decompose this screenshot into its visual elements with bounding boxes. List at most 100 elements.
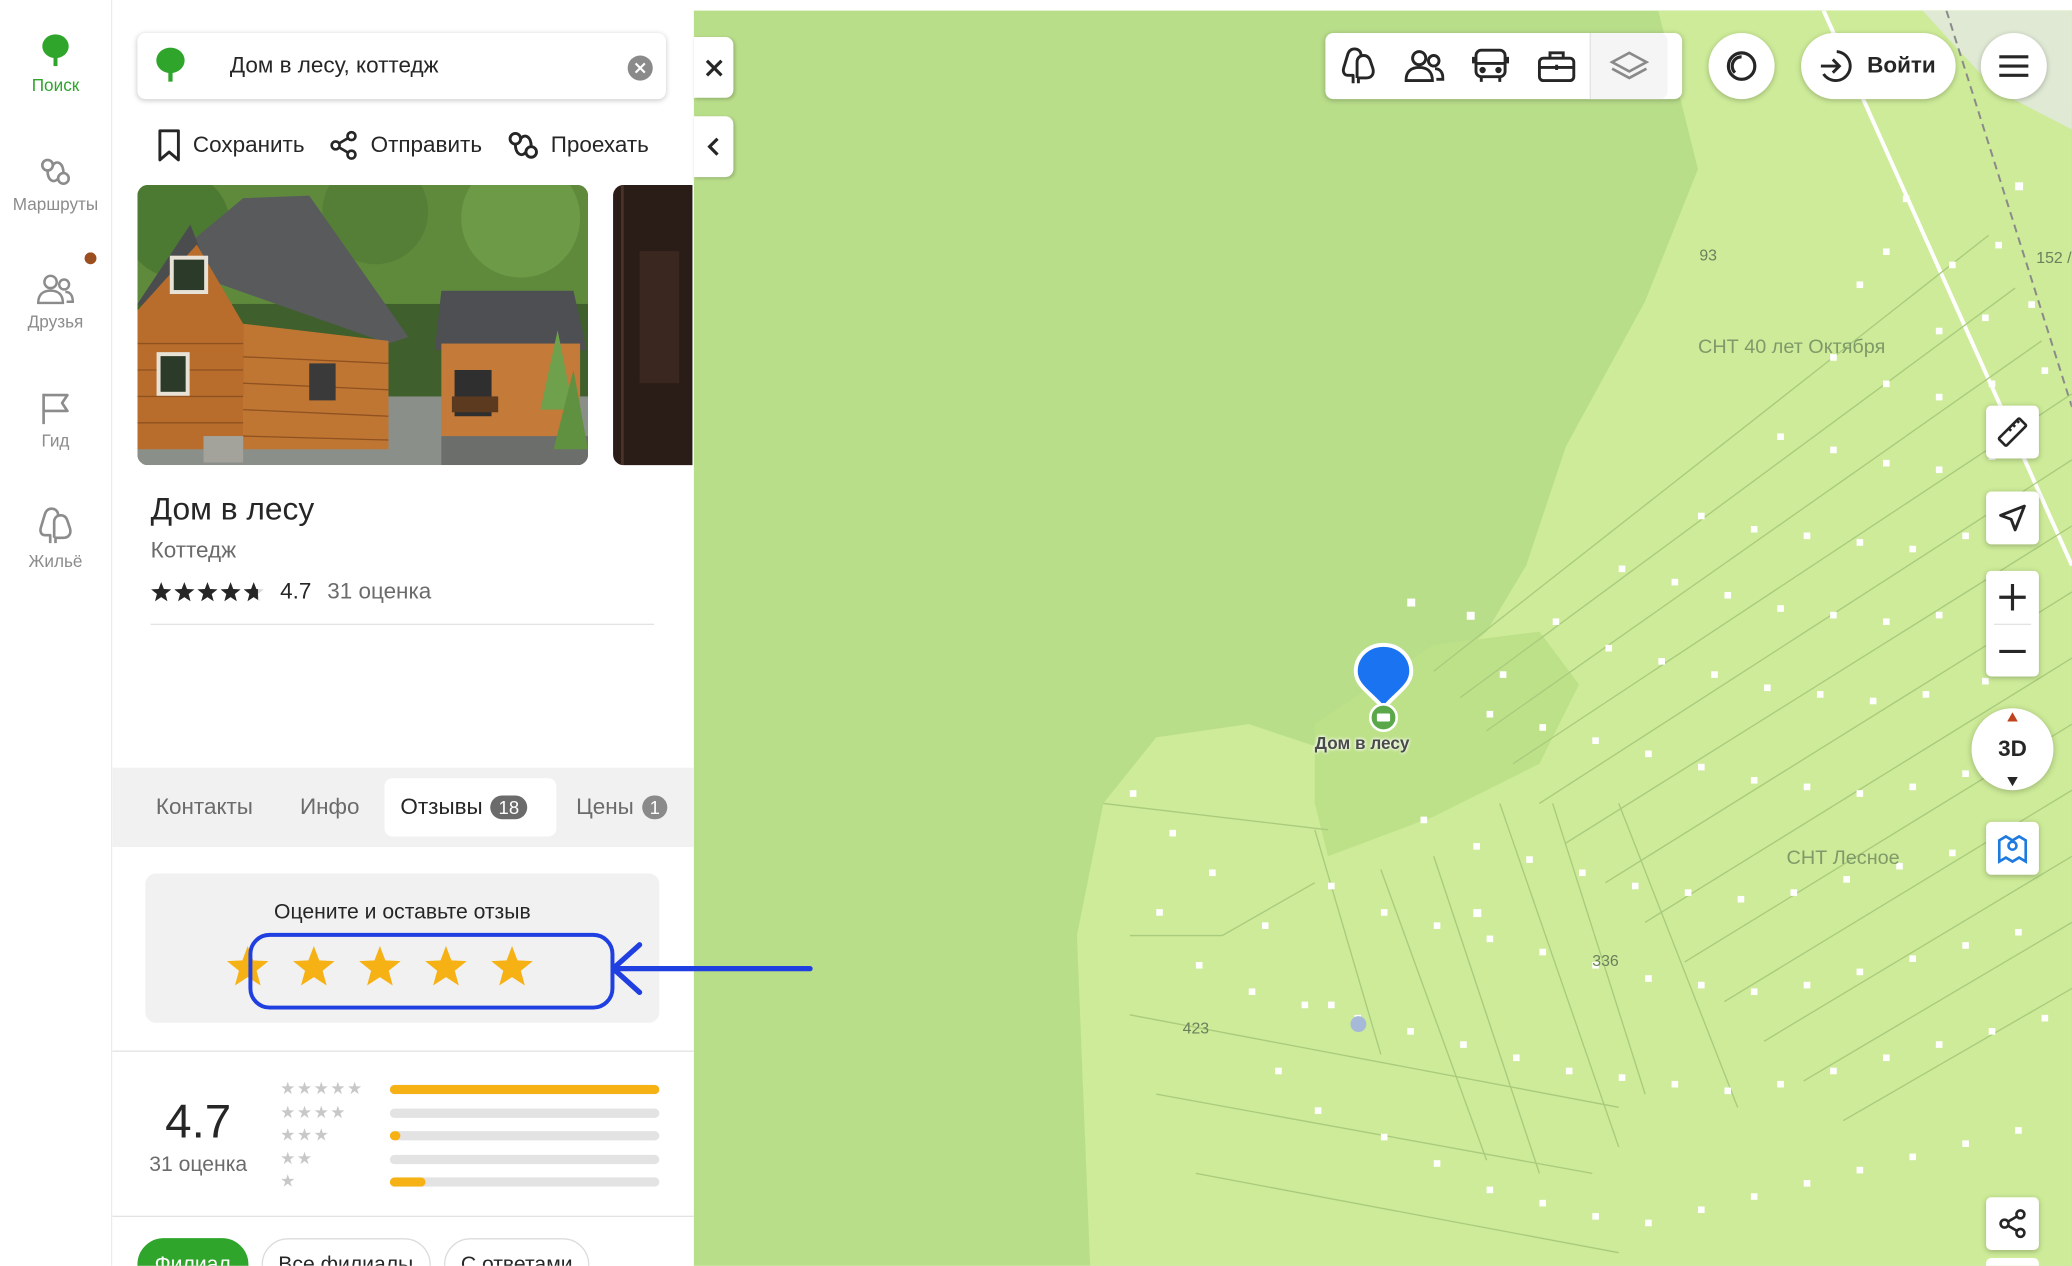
summary-count: 31 оценка bbox=[149, 1153, 248, 1177]
tab-info[interactable]: Инфо bbox=[300, 778, 360, 836]
tab-label: Инфо bbox=[299, 794, 360, 820]
close-panel-button[interactable] bbox=[693, 36, 734, 98]
notification-dot bbox=[84, 252, 97, 265]
login-icon bbox=[1820, 50, 1852, 82]
distribution-fill bbox=[389, 1131, 401, 1141]
distribution-fill bbox=[389, 1177, 425, 1187]
search-input[interactable]: Дом в лесу, коттедж bbox=[230, 53, 439, 79]
rail-item-label: Маршруты bbox=[12, 194, 99, 215]
zoom-out-button[interactable] bbox=[1986, 625, 2039, 678]
divider bbox=[112, 1050, 694, 1052]
rail-item-friends[interactable]: Друзья bbox=[0, 272, 111, 332]
map-mode-toolbar bbox=[1325, 33, 1683, 100]
rail-item-search[interactable]: Поиск bbox=[0, 33, 111, 95]
close-icon bbox=[705, 59, 722, 76]
friends-icon bbox=[1404, 50, 1445, 83]
place-photo[interactable] bbox=[137, 184, 589, 466]
rate-widget: Оцените и оставьте отзыв bbox=[145, 873, 660, 1023]
traffic-icon bbox=[1726, 51, 1757, 81]
rail-item-routes[interactable]: Маршруты bbox=[0, 155, 111, 214]
bookmark-icon bbox=[158, 129, 180, 162]
print-button[interactable] bbox=[1986, 1257, 2039, 1266]
location-pin-icon[interactable] bbox=[1352, 642, 1415, 734]
distribution-track bbox=[389, 1177, 660, 1187]
share-label: Отправить bbox=[370, 132, 483, 158]
login-label: Войти bbox=[1867, 52, 1936, 78]
route-button[interactable]: Проехать bbox=[506, 128, 649, 162]
3d-compass-button[interactable]: 3D bbox=[1971, 708, 2054, 791]
tab-contacts[interactable]: Контакты bbox=[156, 778, 253, 836]
friends-icon bbox=[36, 274, 74, 305]
map-house-number: 152 / bbox=[2036, 248, 2072, 267]
distribution-stars-icon: ★★★★★ bbox=[280, 1078, 364, 1099]
rate-prompt: Оцените и оставьте отзыв bbox=[274, 901, 531, 924]
map-pick-button[interactable] bbox=[1986, 821, 2039, 875]
close-icon bbox=[634, 62, 646, 74]
layers-button[interactable] bbox=[1590, 33, 1668, 100]
login-button[interactable]: Войти bbox=[1801, 33, 1956, 100]
rating-star-filled bbox=[151, 582, 172, 602]
housing-mode-button[interactable] bbox=[1325, 33, 1391, 99]
map-house-number: 336 bbox=[1592, 951, 1619, 970]
clear-search-button[interactable] bbox=[627, 55, 653, 81]
distribution-stars-icon: ★ bbox=[280, 1170, 297, 1191]
save-label: Сохранить bbox=[192, 132, 305, 158]
share-map-button[interactable] bbox=[1986, 1197, 2039, 1251]
navigation-arrow-icon bbox=[1999, 504, 2026, 532]
business-mode-button[interactable] bbox=[1524, 33, 1590, 99]
rating-stars-icon bbox=[151, 582, 264, 602]
my-location-button[interactable] bbox=[1986, 491, 2039, 545]
tree-logo-icon bbox=[42, 34, 69, 67]
place-panel: Дом в лесу, коттедж Сохранить Отправить … bbox=[112, 0, 694, 1266]
flag-icon bbox=[42, 393, 69, 425]
bus-icon bbox=[1472, 48, 1510, 82]
distribution-track bbox=[389, 1131, 660, 1141]
save-button[interactable]: Сохранить bbox=[156, 128, 305, 162]
filter-chip-with-replies[interactable]: С ответами bbox=[443, 1238, 590, 1266]
interior-photo-image bbox=[613, 184, 693, 466]
distribution-fill bbox=[389, 1084, 660, 1095]
review-filters: Филиал Все филиалы С ответами bbox=[137, 1238, 590, 1266]
map-background bbox=[693, 10, 2072, 1266]
pin-label: Дом в лесу bbox=[1314, 733, 1410, 754]
place-photo-2[interactable] bbox=[613, 184, 693, 466]
traffic-button[interactable] bbox=[1708, 33, 1775, 100]
share-button[interactable]: Отправить bbox=[328, 128, 482, 162]
ruler-button[interactable] bbox=[1986, 405, 2039, 459]
tab-label: Контакты bbox=[155, 794, 253, 820]
zoom-control bbox=[1986, 570, 2039, 678]
friends-mode-button[interactable] bbox=[1391, 33, 1457, 99]
zoom-in-button[interactable] bbox=[1986, 571, 2039, 624]
distribution-track bbox=[389, 1084, 660, 1095]
housing-icon bbox=[1341, 47, 1375, 84]
summary-rating: 4.7 bbox=[165, 1094, 232, 1149]
map-canvas[interactable]: СНТ 40 лет Октября СНТ Лесное 93 152 / 3… bbox=[693, 10, 2072, 1266]
menu-button[interactable] bbox=[1980, 33, 2047, 100]
rail-item-guide[interactable]: Гид bbox=[0, 391, 111, 451]
place-category: Коттедж bbox=[150, 537, 237, 563]
map-label-snt-40: СНТ 40 лет Октября bbox=[1697, 335, 1886, 359]
transport-mode-button[interactable] bbox=[1458, 33, 1524, 99]
minus-icon bbox=[1999, 649, 2026, 654]
distribution-stars-icon: ★★★ bbox=[280, 1124, 331, 1145]
filter-chip-all-branches[interactable]: Все филиалы bbox=[261, 1238, 431, 1266]
map-label-snt-lesnoe: СНТ Лесное bbox=[1786, 847, 1900, 870]
rating-count: 31 оценка bbox=[327, 578, 432, 604]
rating-star-filled bbox=[197, 582, 218, 602]
collapse-panel-button[interactable] bbox=[693, 116, 734, 178]
search-box[interactable]: Дом в лесу, коттедж bbox=[137, 33, 666, 100]
annotation-arrow-icon bbox=[610, 942, 813, 996]
rail-item-housing[interactable]: Жильё bbox=[0, 506, 111, 571]
tab-prices[interactable]: Цены 1 bbox=[576, 778, 668, 836]
place-actions: Сохранить Отправить Проехать bbox=[156, 124, 649, 166]
menu-icon bbox=[1999, 55, 2029, 77]
filter-chip-branch[interactable]: Филиал bbox=[137, 1238, 248, 1266]
distribution-track bbox=[389, 1154, 660, 1164]
place-rating[interactable]: 4.7 31 оценка bbox=[151, 578, 432, 605]
divider bbox=[112, 1215, 694, 1218]
place-title: Дом в лесу bbox=[150, 491, 315, 528]
briefcase-icon bbox=[1537, 51, 1576, 83]
tab-reviews[interactable]: Отзывы 18 bbox=[384, 778, 557, 837]
rail-item-label: Жильё bbox=[28, 551, 83, 571]
housing-icon bbox=[39, 507, 72, 544]
